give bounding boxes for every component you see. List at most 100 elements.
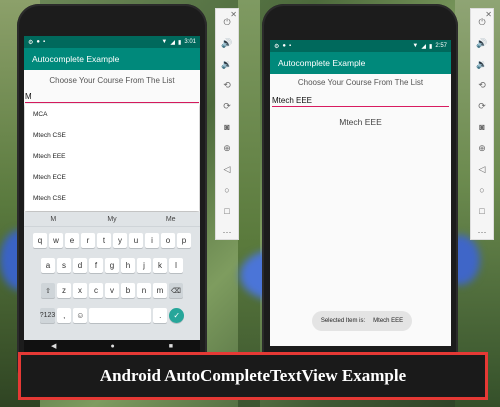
key[interactable]: u xyxy=(129,233,143,248)
more-icon[interactable]: ⋯ xyxy=(478,225,487,240)
key[interactable]: y xyxy=(113,233,127,248)
enter-key[interactable]: ✓ xyxy=(169,308,185,323)
key[interactable]: q xyxy=(33,233,47,248)
backspace-key[interactable]: ⌫ xyxy=(169,283,183,298)
key[interactable]: f xyxy=(89,258,103,273)
key[interactable]: o xyxy=(161,233,175,248)
toast-label: Selected Item is: xyxy=(320,318,366,324)
key[interactable]: l xyxy=(169,258,183,273)
home-nav-icon[interactable]: ● xyxy=(110,343,114,350)
emoji-key[interactable]: ☺ xyxy=(73,308,88,323)
key[interactable]: k xyxy=(153,258,167,273)
volume-up-icon[interactable]: 🔊 xyxy=(221,36,232,51)
course-input[interactable]: Mtech EEE xyxy=(272,95,449,107)
key[interactable]: r xyxy=(81,233,95,248)
suggestion-strip: M My Me xyxy=(24,212,200,227)
selection-toast: Selected Item is: Mtech EEE xyxy=(312,311,412,331)
camera-icon[interactable]: ◙ xyxy=(224,120,229,135)
rotate-left-icon[interactable]: ⟲ xyxy=(223,78,231,93)
key[interactable]: n xyxy=(137,283,151,298)
key[interactable]: w xyxy=(49,233,63,248)
zoom-icon[interactable]: ⊕ xyxy=(223,141,231,156)
volume-down-icon[interactable]: 🔉 xyxy=(221,57,232,72)
caption-text: Android AutoCompleteTextView Example xyxy=(99,366,407,385)
zoom-icon[interactable]: ⊕ xyxy=(478,141,486,156)
key[interactable]: c xyxy=(89,283,103,298)
symbols-key[interactable]: ?123 xyxy=(39,308,56,323)
key[interactable]: b xyxy=(121,283,135,298)
key[interactable]: t xyxy=(97,233,111,248)
wifi-icon: ▼ xyxy=(161,39,168,45)
hint-text: Choose Your Course From The List xyxy=(297,78,424,87)
backspace-icon: ⌫ xyxy=(171,287,181,295)
key[interactable]: z xyxy=(57,283,71,298)
key[interactable]: h xyxy=(121,258,135,273)
more-icon[interactable]: ⋯ xyxy=(223,225,232,240)
battery-icon: ▮ xyxy=(429,43,433,50)
dropdown-item[interactable]: Mtech ECE xyxy=(25,167,199,188)
toast-value: Mtech EEE xyxy=(373,318,404,324)
status-bar: ⚙ ● ▪ ▼ ◢ ▮ 3:01 xyxy=(24,36,200,48)
left-phone-screen: ⚙ ● ▪ ▼ ◢ ▮ 3:01 Autocomplete Example Choose … xyxy=(24,36,200,352)
space-key[interactable] xyxy=(89,308,152,323)
key[interactable]: p xyxy=(177,233,191,248)
dropdown-item[interactable]: Mtech CSE xyxy=(25,188,199,209)
emulator-panel-right: ✕ ⏻ 🔊 🔉 ⟲ ⟳ ◙ ⊕ ◁ ○ □ ⋯ xyxy=(470,8,494,240)
sim-icon: ▪ xyxy=(43,39,46,45)
recent-nav-icon[interactable]: ■ xyxy=(169,343,173,350)
sim-icon: ▪ xyxy=(289,43,292,49)
key[interactable]: v xyxy=(105,283,119,298)
soft-keyboard: M My Me q w e r t y u i o p a s d f g h … xyxy=(24,212,200,340)
suggestion-chip[interactable]: Me xyxy=(141,216,200,223)
suggestion-chip[interactable]: M xyxy=(24,216,83,223)
rotate-left-icon[interactable]: ⟲ xyxy=(478,78,486,93)
close-icon[interactable]: ✕ xyxy=(230,7,237,22)
period-key[interactable]: . xyxy=(153,308,168,323)
status-time: 3:01 xyxy=(184,39,196,45)
course-input[interactable]: M xyxy=(25,91,199,103)
status-bar: ⚙ ● ▪ ▼ ◢ ▮ 2:57 xyxy=(270,40,451,52)
home-icon[interactable]: ○ xyxy=(479,183,484,198)
right-phone-screen: ⚙ ● ▪ ▼ ◢ ▮ 2:57 Autocomplete Example Choose … xyxy=(270,40,451,346)
hint-text: Choose Your Course From The List xyxy=(49,76,175,85)
key[interactable]: x xyxy=(73,283,87,298)
back-icon[interactable]: ◁ xyxy=(224,162,231,177)
android-icon: ● xyxy=(36,39,41,45)
key[interactable]: s xyxy=(57,258,71,273)
overview-icon[interactable]: □ xyxy=(224,204,229,219)
dropdown-item[interactable]: Mtech EEE xyxy=(25,146,199,167)
key[interactable]: d xyxy=(73,258,87,273)
battery-icon: ▮ xyxy=(178,39,182,46)
back-nav-icon[interactable]: ◀ xyxy=(51,342,56,350)
key[interactable]: g xyxy=(105,258,119,273)
dropdown-item[interactable]: Mtech CSE xyxy=(25,125,199,146)
camera-icon[interactable]: ◙ xyxy=(479,120,484,135)
rotate-right-icon[interactable]: ⟳ xyxy=(478,99,486,114)
app-title: Autocomplete Example xyxy=(24,48,200,70)
rotate-right-icon[interactable]: ⟳ xyxy=(223,99,231,114)
key[interactable]: i xyxy=(145,233,159,248)
key[interactable]: a xyxy=(41,258,55,273)
emulator-panel-left: ✕ ⏻ 🔊 🔉 ⟲ ⟳ ◙ ⊕ ◁ ○ □ ⋯ xyxy=(215,8,239,240)
settings-icon: ⚙ xyxy=(28,39,34,46)
caption-banner: Android AutoCompleteTextView Example xyxy=(18,352,488,400)
dropdown-item[interactable]: MCA xyxy=(25,104,199,125)
emoji-icon: ☺ xyxy=(76,311,85,320)
app-title: Autocomplete Example xyxy=(270,52,451,74)
selected-result: Mtech EEE xyxy=(339,117,382,127)
close-icon[interactable]: ✕ xyxy=(485,7,492,22)
volume-up-icon[interactable]: 🔊 xyxy=(476,36,487,51)
suggestion-chip[interactable]: My xyxy=(83,216,142,223)
key[interactable]: m xyxy=(153,283,167,298)
overview-icon[interactable]: □ xyxy=(479,204,484,219)
check-icon: ✓ xyxy=(173,311,181,320)
signal-icon: ◢ xyxy=(170,39,175,46)
shift-key[interactable]: ⇧ xyxy=(41,283,55,298)
home-icon[interactable]: ○ xyxy=(224,183,229,198)
back-icon[interactable]: ◁ xyxy=(479,162,486,177)
comma-key[interactable]: , xyxy=(57,308,72,323)
volume-down-icon[interactable]: 🔉 xyxy=(476,57,487,72)
background-middle xyxy=(238,0,260,407)
key[interactable]: j xyxy=(137,258,151,273)
key[interactable]: e xyxy=(65,233,79,248)
